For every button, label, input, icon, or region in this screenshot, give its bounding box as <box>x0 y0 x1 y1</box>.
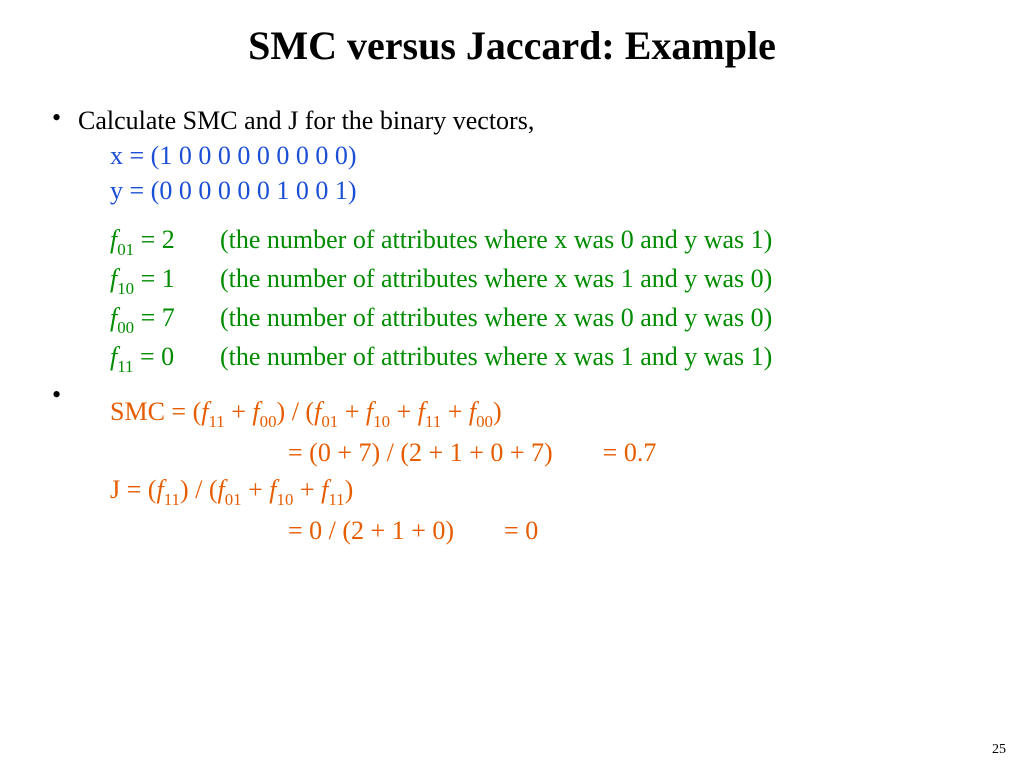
j-formula: J = (f11) / (f01 + f10 + f11) <box>78 472 984 511</box>
f-symbol: f <box>469 397 476 426</box>
f11-desc: (the number of attributes where x was 1 … <box>220 339 984 378</box>
bullet-2: SMC = (f11 + f00) / (f01 + f10 + f11 + f… <box>48 380 984 550</box>
sub-01: 01 <box>225 490 242 509</box>
close-paren: ) <box>345 475 354 504</box>
plus: + <box>242 475 270 504</box>
f00-eq: = 7 <box>134 303 175 332</box>
sub-11: 11 <box>164 490 180 509</box>
plus: + <box>338 397 366 426</box>
f01-row: f01 = 2 (the number of attributes where … <box>78 222 984 261</box>
f11-sub: 11 <box>117 357 133 376</box>
slide-title: SMC versus Jaccard: Example <box>40 22 984 69</box>
vector-y: y = (0 0 0 0 0 0 1 0 0 1) <box>78 173 984 208</box>
plus: + <box>225 397 253 426</box>
f-symbol: f <box>218 475 225 504</box>
smc-label: SMC = ( <box>110 397 201 426</box>
smc-formula: SMC = (f11 + f00) / (f01 + f10 + f11 + f… <box>78 394 984 433</box>
j-numeric-mid: = 0 / (2 + 1 + 0) <box>288 511 454 550</box>
f10-desc: (the number of attributes where x was 1 … <box>220 261 984 300</box>
plus: + <box>293 475 321 504</box>
f01-sub: 01 <box>117 240 134 259</box>
close-paren: ) <box>493 397 502 426</box>
sub-01: 01 <box>321 412 338 431</box>
f10-row: f10 = 1 (the number of attributes where … <box>78 261 984 300</box>
smc-numeric-result: = 0.7 <box>553 433 657 472</box>
div-open: ) / ( <box>180 475 218 504</box>
smc-numeric: = (0 + 7) / (2 + 1 + 0 + 7) = 0.7 <box>78 433 984 472</box>
f-symbol: f <box>269 475 276 504</box>
f-symbol: f <box>252 397 259 426</box>
sub-11: 11 <box>328 490 344 509</box>
f10-eq: = 1 <box>134 264 175 293</box>
f00-sub: 00 <box>117 318 134 337</box>
f11-row: f11 = 0 (the number of attributes where … <box>78 339 984 378</box>
sub-10: 10 <box>373 412 390 431</box>
f01-desc: (the number of attributes where x was 0 … <box>220 222 984 261</box>
f01-eq: = 2 <box>134 225 175 254</box>
j-numeric: = 0 / (2 + 1 + 0) = 0 <box>78 511 984 550</box>
smc-numeric-mid: = (0 + 7) / (2 + 1 + 0 + 7) <box>288 433 553 472</box>
sub-11: 11 <box>208 412 224 431</box>
sub-11: 11 <box>425 412 441 431</box>
f11-eq: = 0 <box>134 342 175 371</box>
div-open: ) / ( <box>277 397 315 426</box>
plus: + <box>390 397 418 426</box>
intro-text: Calculate SMC and J for the binary vecto… <box>78 103 984 138</box>
sub-00: 00 <box>476 412 493 431</box>
vector-x: x = (1 0 0 0 0 0 0 0 0 0) <box>78 138 984 173</box>
f00-desc: (the number of attributes where x was 0 … <box>220 300 984 339</box>
sub-00: 00 <box>260 412 277 431</box>
j-numeric-result: = 0 <box>454 511 538 550</box>
f10-sub: 10 <box>117 279 134 298</box>
bullet-1: Calculate SMC and J for the binary vecto… <box>48 103 984 378</box>
f-symbol: f <box>418 397 425 426</box>
page-number: 25 <box>992 742 1006 758</box>
sub-10: 10 <box>277 490 294 509</box>
f00-row: f00 = 7 (the number of attributes where … <box>78 300 984 339</box>
plus: + <box>441 397 469 426</box>
f-symbol: f <box>156 475 163 504</box>
j-label: J = ( <box>110 475 156 504</box>
